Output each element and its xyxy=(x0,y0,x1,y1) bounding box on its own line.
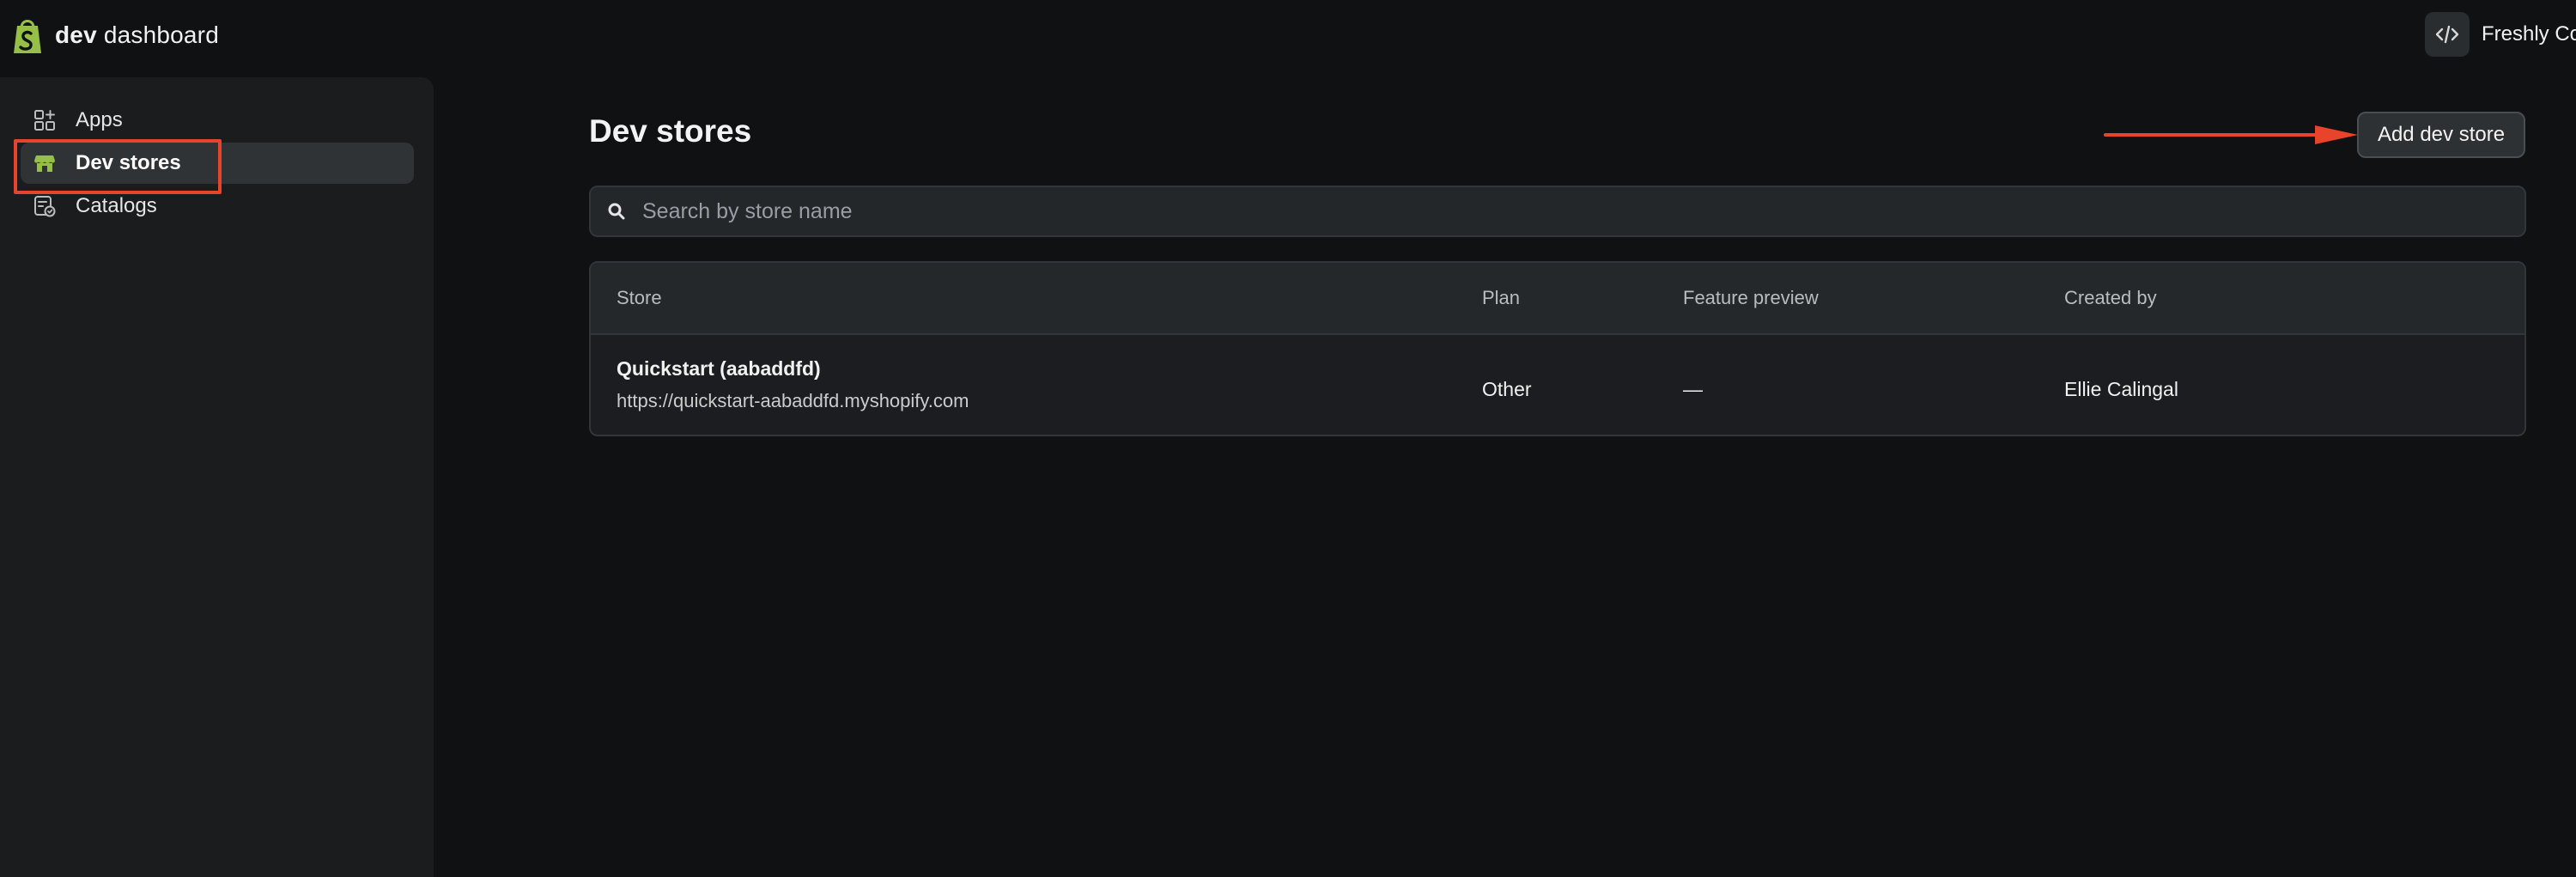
brand-name-rest: dashboard xyxy=(96,21,219,48)
shopify-bag-icon xyxy=(14,20,41,53)
brand-name-strong: dev xyxy=(55,21,97,48)
sidebar-item-dev-stores[interactable]: Dev stores xyxy=(21,143,414,184)
sidebar-item-label: Dev stores xyxy=(76,151,181,174)
top-bar: dev dashboard Freshly Coded xyxy=(0,0,2576,72)
column-header-plan[interactable]: Plan xyxy=(1482,287,1520,309)
sidebar-item-apps[interactable]: Apps xyxy=(21,100,414,141)
store-url: https://quickstart-aabaddfd.myshopify.co… xyxy=(617,390,969,411)
brand-name: dev dashboard xyxy=(55,21,219,49)
sidebar: Apps Dev stores Catalogs xyxy=(0,77,434,877)
add-dev-store-button[interactable]: Add dev store xyxy=(2357,112,2525,158)
store-plan: Other xyxy=(1482,378,1532,400)
organization-name: Freshly Coded xyxy=(2482,22,2576,46)
table-header: Store Plan Feature preview Created by xyxy=(591,263,2524,335)
column-header-feature-preview[interactable]: Feature preview xyxy=(1683,287,1819,309)
organization-switcher[interactable]: Freshly Coded xyxy=(2425,12,2576,57)
dev-stores-table: Store Plan Feature preview Created by Qu… xyxy=(589,261,2526,436)
store-name-link[interactable]: Quickstart (aabaddfd) xyxy=(617,357,821,381)
code-icon xyxy=(2425,12,2470,57)
search-icon xyxy=(608,203,625,220)
annotation-arrow-icon xyxy=(2104,125,2358,144)
store-icon xyxy=(34,155,55,172)
sidebar-item-label: Catalogs xyxy=(76,194,157,217)
brand[interactable]: dev dashboard xyxy=(10,15,219,55)
apps-icon xyxy=(34,110,55,131)
catalog-icon xyxy=(34,196,56,217)
sidebar-item-catalogs[interactable]: Catalogs xyxy=(21,186,414,227)
search-bar[interactable] xyxy=(589,186,2526,237)
sidebar-item-label: Apps xyxy=(76,108,123,131)
column-header-created-by[interactable]: Created by xyxy=(2064,287,2157,309)
column-header-store[interactable]: Store xyxy=(617,287,662,309)
store-created-by: Ellie Calingal xyxy=(2064,378,2178,400)
table-row[interactable]: Quickstart (aabaddfd) https://quickstart… xyxy=(591,337,2524,435)
store-feature-preview: — xyxy=(1683,378,1703,400)
search-input[interactable] xyxy=(641,187,2524,235)
page-title: Dev stores xyxy=(589,113,752,149)
